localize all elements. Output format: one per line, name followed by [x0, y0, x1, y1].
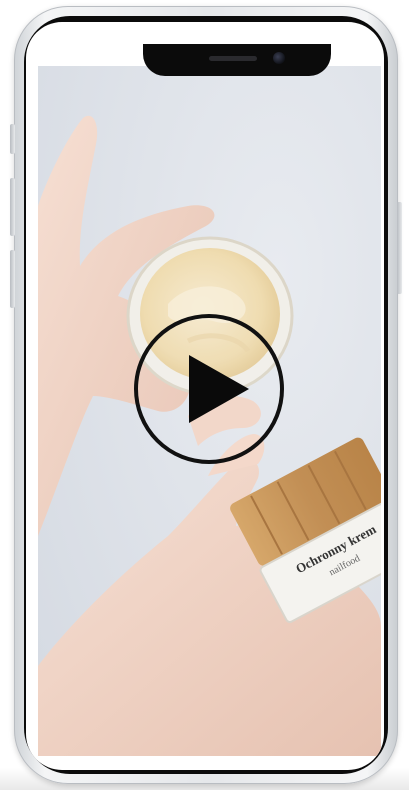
play-icon: [134, 314, 284, 464]
device-mockup: Ochronny krem nailfood: [0, 0, 409, 790]
front-camera: [273, 52, 285, 64]
play-button[interactable]: [133, 313, 285, 465]
volume-up-button: [10, 178, 15, 236]
volume-down-button: [10, 250, 15, 308]
mute-switch: [10, 124, 15, 154]
phone-notch: [143, 44, 331, 76]
power-button: [397, 202, 402, 294]
speaker-grille: [209, 56, 257, 61]
